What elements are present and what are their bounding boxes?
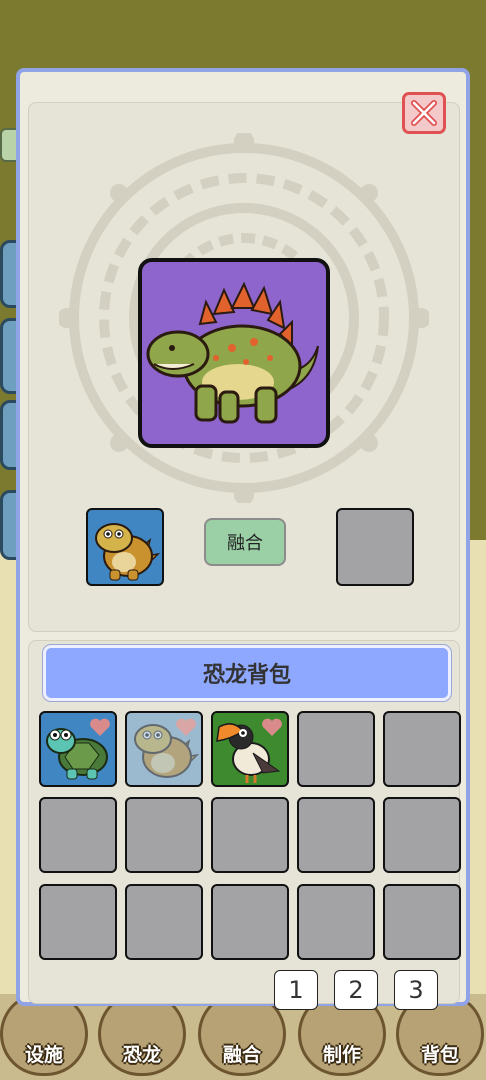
fusion-result-card [138,258,330,448]
heart-icon [90,718,110,736]
stegosaurus-icon [146,281,319,424]
fusion-slot-left[interactable] [86,508,164,586]
nav-facilities-label: 设施 [24,1044,63,1066]
backpack-slot-11[interactable] [39,884,117,960]
heart-icon [262,718,282,736]
backpack-slot-12[interactable] [125,884,203,960]
backpack-slot-5[interactable] [383,711,461,787]
backpack-slot-4[interactable] [297,711,375,787]
backpack-slot-6[interactable] [39,797,117,873]
page-1-button[interactable]: 1 [274,970,318,1010]
backpack-slot-14[interactable] [297,884,375,960]
fusion-modal: 融合 恐龙背包 1 2 3 [16,68,470,1010]
backpack-slot-15[interactable] [383,884,461,960]
close-button[interactable] [402,92,446,134]
nav-fusion-label: 融合 [222,1044,261,1066]
backpack-slot-9[interactable] [297,797,375,873]
backpack-slot-1[interactable] [39,711,117,787]
close-x-icon [411,100,437,126]
page-2-button[interactable]: 2 [334,970,378,1010]
page-3-button[interactable]: 3 [394,970,438,1010]
backpack-slot-8[interactable] [211,797,289,873]
nav-dinosaurs-label: 恐龙 [122,1044,161,1066]
backpack-slot-7[interactable] [125,797,203,873]
backpack-slot-3[interactable] [211,711,289,787]
fuse-button[interactable]: 融合 [204,518,286,566]
backpack-slot-13[interactable] [211,884,289,960]
nav-backpack-label: 背包 [420,1044,459,1066]
fusion-slot-right[interactable] [336,508,414,586]
backpack-title: 恐龙背包 [43,645,451,701]
backpack-slot-10[interactable] [383,797,461,873]
backpack-panel: 恐龙背包 [28,640,461,1004]
heart-icon [176,718,196,736]
spiky-turtle-dino-icon [95,523,161,581]
nav-crafting-label: 制作 [322,1044,361,1066]
backpack-slot-2[interactable] [125,711,203,787]
